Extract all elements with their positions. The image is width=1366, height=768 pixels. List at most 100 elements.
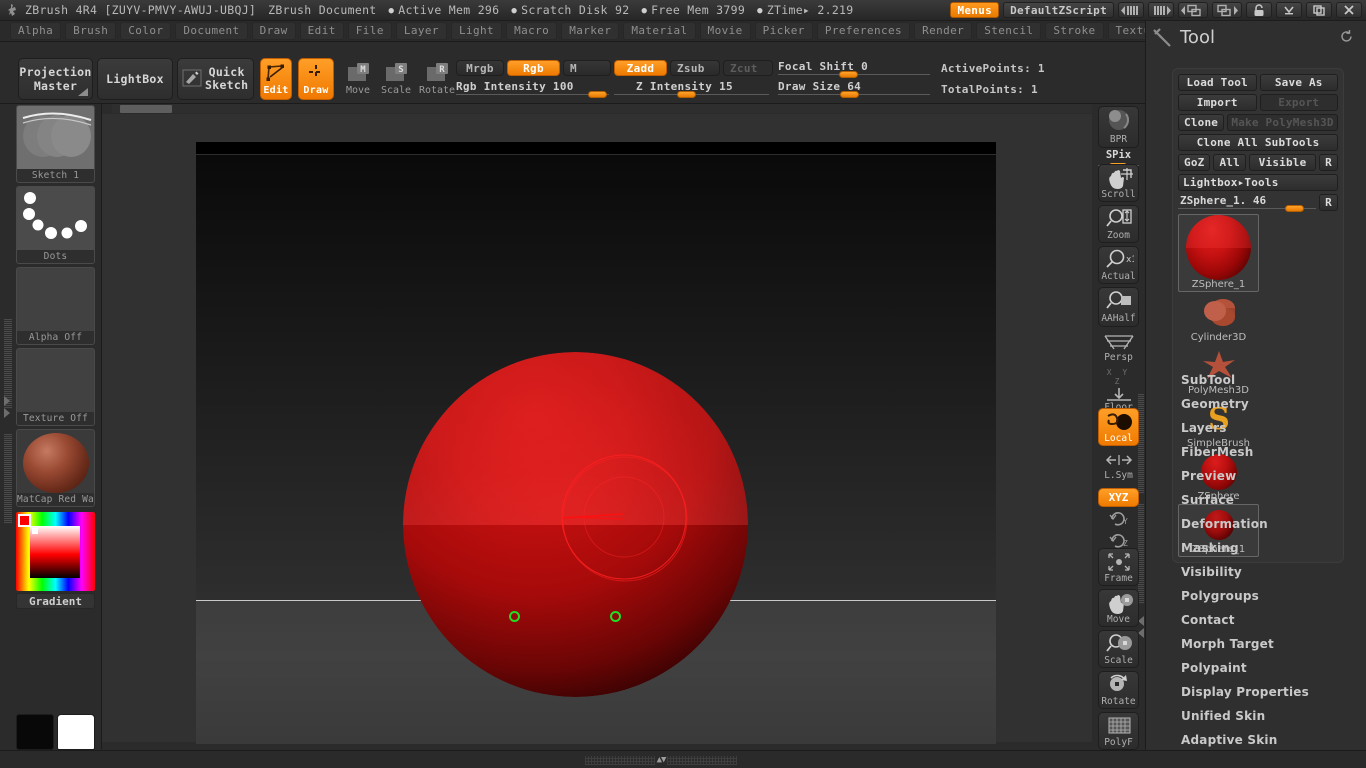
left-shelf-grip-bottom[interactable] xyxy=(4,434,12,524)
zsphere-handle-left[interactable] xyxy=(509,611,520,622)
floor-button[interactable]: X Y Z Floor xyxy=(1098,367,1139,405)
persp-button[interactable]: Persp xyxy=(1098,330,1139,364)
tool-menu-adaptive-skin[interactable]: Adaptive Skin xyxy=(1181,728,1366,752)
zbrush-document[interactable] xyxy=(196,142,996,744)
menu-item-marker[interactable]: Marker xyxy=(561,22,619,40)
tool-menu-fibermesh[interactable]: FiberMesh xyxy=(1181,440,1366,464)
zscript-button[interactable]: DefaultZScript xyxy=(1003,2,1114,18)
tool-menu-display-properties[interactable]: Display Properties xyxy=(1181,680,1366,704)
handle-arrows-icon[interactable]: ▲▼ xyxy=(657,755,666,765)
alpha-thumbnail[interactable]: Alpha Off xyxy=(16,267,95,345)
goz-visible-button[interactable]: Visible xyxy=(1249,154,1316,171)
move-button[interactable]: M Move xyxy=(341,60,375,96)
secondary-color-swatch[interactable] xyxy=(57,714,95,750)
menu-item-edit[interactable]: Edit xyxy=(300,22,344,40)
gradient-button[interactable]: Gradient xyxy=(16,593,95,609)
local-button[interactable]: Local xyxy=(1098,408,1139,446)
menu-item-file[interactable]: File xyxy=(348,22,392,40)
rotate-button[interactable]: R Rotate xyxy=(418,60,456,96)
move-gyro-button[interactable]: Move xyxy=(1098,589,1139,627)
draw-size-slider[interactable]: Draw Size 64 xyxy=(778,80,930,96)
menu-item-light[interactable]: Light xyxy=(451,22,502,40)
make-polymesh3d-button[interactable]: Make PolyMesh3D xyxy=(1227,114,1338,131)
focal-shift-knob[interactable] xyxy=(839,71,858,78)
rotate-gyro-button[interactable]: Rotate xyxy=(1098,671,1139,709)
tool-menu-subtool[interactable]: SubTool xyxy=(1181,368,1366,392)
bottom-bar-handle[interactable]: ▲▼ xyxy=(566,754,756,766)
focal-shift-slider[interactable]: Focal Shift 0 xyxy=(778,60,930,76)
polyf-button[interactable]: PolyF xyxy=(1098,712,1139,750)
menu-item-stroke[interactable]: Stroke xyxy=(1045,22,1103,40)
primary-color-swatch[interactable] xyxy=(16,714,54,750)
quick-sketch-button[interactable]: Quick Sketch xyxy=(177,58,254,100)
draw-button[interactable]: Draw xyxy=(298,58,334,100)
texture-thumbnail[interactable]: Texture Off xyxy=(16,348,95,426)
rgb-button[interactable]: Rgb xyxy=(507,60,560,76)
aahalf-button[interactable]: AAHalf xyxy=(1098,287,1139,327)
tool-menu-contact[interactable]: Contact xyxy=(1181,608,1366,632)
draw-size-knob[interactable] xyxy=(840,91,859,98)
menu-item-macro[interactable]: Macro xyxy=(506,22,557,40)
next-layout-icon[interactable] xyxy=(1212,2,1242,18)
zoom-button[interactable]: Zoom xyxy=(1098,205,1139,243)
frame-button[interactable]: Frame xyxy=(1098,548,1139,586)
tool-menu-preview[interactable]: Preview xyxy=(1181,464,1366,488)
z-intensity-slider[interactable]: Z Intensity 15 xyxy=(614,80,769,96)
actual-button[interactable]: x1 Actual xyxy=(1098,246,1139,284)
left-shelf-arrow-icon[interactable] xyxy=(3,394,12,424)
tray-right-icon[interactable] xyxy=(1148,2,1174,18)
tool-item-r-button[interactable]: R xyxy=(1319,194,1338,211)
lightbox-tools-button[interactable]: Lightbox▸Tools xyxy=(1178,174,1338,191)
goz-all-button[interactable]: All xyxy=(1213,154,1245,171)
menu-item-brush[interactable]: Brush xyxy=(65,22,116,40)
tray-left-icon[interactable] xyxy=(1118,2,1144,18)
goz-button[interactable]: GoZ xyxy=(1178,154,1210,171)
rgb-intensity-knob[interactable] xyxy=(588,91,607,98)
tool-menu-deformation[interactable]: Deformation xyxy=(1181,512,1366,536)
zadd-button[interactable]: Zadd xyxy=(614,60,667,76)
lightbox-button[interactable]: LightBox xyxy=(97,58,173,100)
z-intensity-knob[interactable] xyxy=(677,91,696,98)
scale-button[interactable]: S Scale xyxy=(379,60,413,96)
tool-menu-visibility[interactable]: Visibility xyxy=(1181,560,1366,584)
tool-item-slider[interactable]: ZSphere_1. 46 R xyxy=(1178,194,1338,210)
tool-thumb-zsphere1-large[interactable]: ZSphere_1 xyxy=(1178,214,1259,292)
menu-item-color[interactable]: Color xyxy=(120,22,171,40)
tool-menu-layers[interactable]: Layers xyxy=(1181,416,1366,440)
prev-layout-icon[interactable] xyxy=(1178,2,1208,18)
color-picker[interactable] xyxy=(16,512,95,591)
zsub-button[interactable]: Zsub xyxy=(670,60,720,76)
menu-item-stencil[interactable]: Stencil xyxy=(976,22,1041,40)
tool-menu-unified-skin[interactable]: Unified Skin xyxy=(1181,704,1366,728)
menu-item-document[interactable]: Document xyxy=(175,22,247,40)
projection-master-button[interactable]: Projection Master xyxy=(18,58,93,100)
tool-menu-surface[interactable]: Surface xyxy=(1181,488,1366,512)
tool-menu-polygroups[interactable]: Polygroups xyxy=(1181,584,1366,608)
mrgb-button[interactable]: Mrgb xyxy=(456,60,504,76)
canvas-scroll-knob[interactable] xyxy=(120,105,172,113)
refresh-icon[interactable] xyxy=(1339,29,1354,48)
stroke-thumbnail[interactable]: Sketch 1 xyxy=(16,105,95,183)
zsphere-handle-center[interactable] xyxy=(610,611,621,622)
close-icon[interactable] xyxy=(1336,2,1362,18)
rotate-y-button[interactable]: Y xyxy=(1098,508,1139,530)
lsym-button[interactable]: L.Sym xyxy=(1098,450,1139,484)
restore-icon[interactable] xyxy=(1306,2,1332,18)
goz-r-button[interactable]: R xyxy=(1319,154,1338,171)
clone-button[interactable]: Clone xyxy=(1178,114,1224,131)
canvas-top-scroll[interactable] xyxy=(112,104,1102,113)
tool-menu-morph-target[interactable]: Morph Target xyxy=(1181,632,1366,656)
material-thumbnail[interactable]: MatCap Red Wa xyxy=(16,429,95,507)
import-button[interactable]: Import xyxy=(1178,94,1257,111)
load-tool-button[interactable]: Load Tool xyxy=(1178,74,1257,91)
lock-icon[interactable] xyxy=(1246,2,1272,18)
scale-gyro-button[interactable]: Scale xyxy=(1098,630,1139,668)
menu-item-layer[interactable]: Layer xyxy=(396,22,447,40)
edit-button[interactable]: Edit xyxy=(260,58,292,100)
bpr-button[interactable]: BPR xyxy=(1098,106,1139,148)
menu-item-alpha[interactable]: Alpha xyxy=(10,22,61,40)
menu-item-picker[interactable]: Picker xyxy=(755,22,813,40)
export-button[interactable]: Export xyxy=(1260,94,1339,111)
tool-menu-polypaint[interactable]: Polypaint xyxy=(1181,656,1366,680)
zcut-button[interactable]: Zcut xyxy=(723,60,773,76)
